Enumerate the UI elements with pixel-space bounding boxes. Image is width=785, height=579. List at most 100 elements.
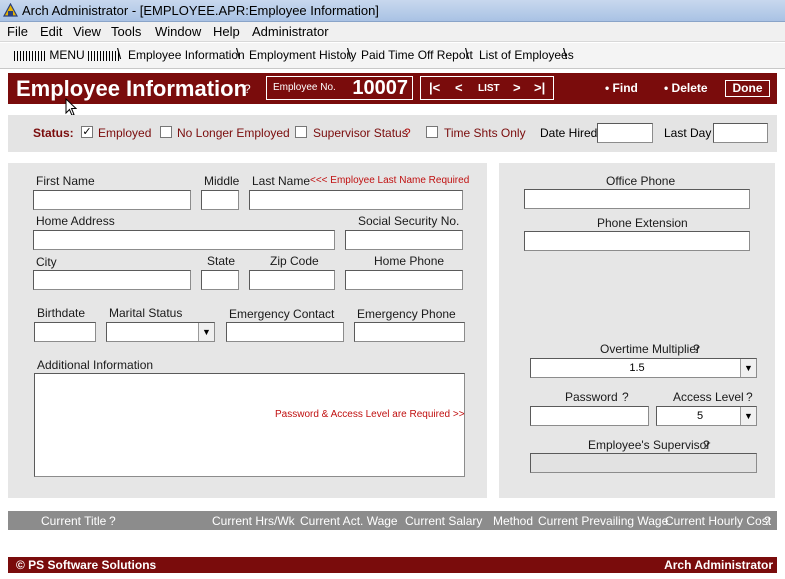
last-day-input[interactable] — [713, 123, 768, 143]
ssn-label: Social Security No. — [358, 214, 460, 228]
menu-view[interactable]: View — [73, 24, 101, 39]
menu-tools[interactable]: Tools — [111, 24, 141, 39]
zip-code-input[interactable] — [249, 270, 335, 290]
record-navigation: |< < LIST > >| — [420, 76, 554, 100]
marital-status-select[interactable]: ▼ — [106, 322, 215, 342]
menu-bars-left-icon — [14, 50, 46, 61]
phone-extension-label: Phone Extension — [597, 216, 688, 230]
supervisor-status-label: Supervisor Status — [313, 126, 408, 140]
find-button[interactable]: • Find — [605, 81, 638, 95]
overtime-multiplier-help-icon[interactable]: ? — [693, 342, 700, 356]
overtime-multiplier-select[interactable]: 1.5 ▼ — [530, 358, 757, 378]
last-record-button[interactable]: >| — [534, 80, 545, 95]
city-label: City — [36, 255, 57, 269]
tab-strip: MENU \ Employee Information \ Employment… — [0, 43, 785, 69]
menu-file[interactable]: File — [7, 24, 28, 39]
emergency-contact-label: Emergency Contact — [229, 307, 335, 321]
status-label: Status: — [33, 126, 74, 140]
menu-help[interactable]: Help — [213, 24, 240, 39]
office-phone-input[interactable] — [524, 189, 750, 209]
chevron-down-icon[interactable]: ▼ — [740, 407, 756, 425]
supervisor-status-help-icon[interactable]: ? — [404, 126, 411, 140]
tab-paid-time-off-report[interactable]: Paid Time Off Report — [361, 48, 473, 62]
last-name-required-warning: <<< Employee Last Name Required — [310, 175, 470, 186]
emergency-contact-input[interactable] — [226, 322, 344, 342]
tab-menu[interactable]: MENU — [14, 48, 121, 62]
employed-checkbox[interactable]: ✓ — [81, 126, 93, 138]
emergency-phone-input[interactable] — [354, 322, 465, 342]
middle-input[interactable] — [201, 190, 239, 210]
date-hired-input[interactable] — [597, 123, 653, 143]
last-day-label: Last Day — [664, 126, 712, 140]
home-phone-label: Home Phone — [374, 254, 445, 268]
prev-record-button[interactable]: < — [455, 80, 463, 95]
access-level-select[interactable]: 5 ▼ — [656, 406, 757, 426]
tab-separator-icon: \ — [465, 46, 470, 63]
state-input[interactable] — [201, 270, 239, 290]
first-record-button[interactable]: |< — [429, 80, 440, 95]
zip-code-label: Zip Code — [270, 254, 319, 268]
menu-bars-right-icon — [88, 50, 121, 61]
marital-status-label: Marital Status — [109, 306, 183, 320]
window-title-bar[interactable]: Arch Administrator - [EMPLOYEE.APR:Emplo… — [0, 0, 785, 22]
current-title-label: Current Title — [41, 514, 107, 528]
chevron-down-icon[interactable]: ▼ — [740, 359, 756, 377]
menu-administrator[interactable]: Administrator — [252, 24, 329, 39]
app-icon — [3, 3, 18, 17]
password-input[interactable] — [530, 406, 649, 426]
next-record-button[interactable]: > — [513, 80, 521, 95]
current-hourly-cost-help-icon[interactable]: ? — [764, 514, 771, 528]
supervisor-help-icon[interactable]: ? — [703, 438, 710, 452]
last-name-label: Last Name — [252, 174, 311, 188]
current-title-help-icon[interactable]: ? — [109, 514, 116, 528]
window-title: Arch Administrator - [EMPLOYEE.APR:Emplo… — [22, 3, 379, 18]
additional-info-label: Additional Information — [37, 358, 154, 372]
state-label: State — [207, 254, 236, 268]
supervisor-label: Employee's Supervisor — [588, 438, 711, 452]
tab-employment-history[interactable]: Employment History — [249, 48, 356, 62]
time-shts-only-label: Time Shts Only — [444, 126, 526, 140]
tab-separator-icon: \ — [347, 46, 352, 63]
employee-number-box: Employee No. 10007 — [266, 76, 413, 100]
office-phone-label: Office Phone — [606, 174, 676, 188]
list-button[interactable]: LIST — [478, 83, 500, 94]
footer-app-name: Arch Administrator — [664, 558, 773, 572]
page-header: Employee Information ? Employee No. 1000… — [8, 73, 777, 104]
access-level-help-icon[interactable]: ? — [746, 390, 753, 404]
delete-button[interactable]: • Delete — [664, 81, 708, 95]
current-hrs-wk-label: Current Hrs/Wk — [212, 514, 295, 528]
access-level-label: Access Level — [673, 390, 744, 404]
employee-number-label: Employee No. — [273, 82, 336, 93]
done-button[interactable]: Done — [725, 80, 770, 97]
title-help-icon[interactable]: ? — [244, 82, 251, 96]
current-prevailing-wage-label: Current Prevailing Wage — [538, 514, 669, 528]
menu-edit[interactable]: Edit — [40, 24, 62, 39]
home-address-input[interactable] — [33, 230, 335, 250]
menu-window[interactable]: Window — [155, 24, 201, 39]
tab-separator-icon: \ — [236, 46, 241, 63]
chevron-down-icon[interactable]: ▼ — [198, 323, 214, 341]
supervisor-status-checkbox[interactable] — [295, 126, 307, 138]
last-name-input[interactable] — [249, 190, 463, 210]
copyright-text: © PS Software Solutions — [16, 558, 157, 572]
phone-extension-input[interactable] — [524, 231, 750, 251]
employed-label: Employed — [98, 126, 152, 140]
tab-separator-icon: \ — [563, 46, 568, 63]
current-hourly-cost-label: Current Hourly Cost — [665, 514, 772, 528]
time-shts-only-checkbox[interactable] — [426, 126, 438, 138]
password-help-icon[interactable]: ? — [622, 390, 629, 404]
first-name-input[interactable] — [33, 190, 191, 210]
city-input[interactable] — [33, 270, 191, 290]
birthdate-input[interactable] — [34, 322, 96, 342]
tab-menu-label: MENU — [49, 48, 85, 62]
access-level-value: 5 — [696, 410, 704, 422]
ssn-input[interactable] — [345, 230, 463, 250]
additional-info-textarea[interactable] — [34, 373, 465, 477]
tab-employee-information[interactable]: Employee Information — [128, 48, 245, 62]
home-phone-input[interactable] — [345, 270, 463, 290]
supervisor-field[interactable] — [530, 453, 757, 473]
tab-list-of-employees[interactable]: List of Employees — [479, 48, 574, 62]
no-longer-employed-checkbox[interactable] — [160, 126, 172, 138]
page-title: Employee Information — [16, 76, 248, 101]
current-act-wage-label: Current Act. Wage — [300, 514, 398, 528]
